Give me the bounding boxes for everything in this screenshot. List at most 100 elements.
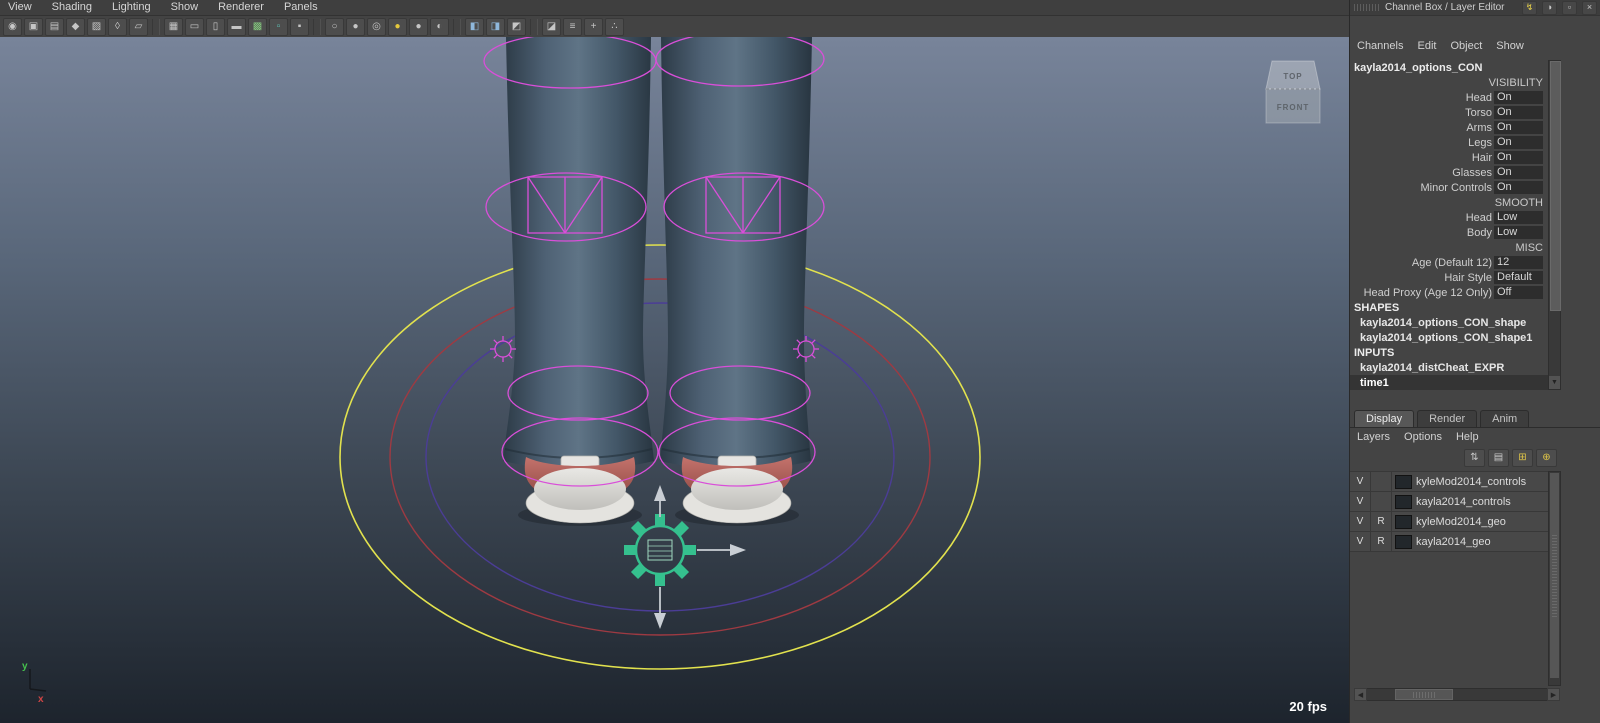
menu-options[interactable]: Options (1404, 431, 1442, 443)
left-shin-gear-control[interactable] (489, 335, 517, 363)
layer-name[interactable]: kyleMod2014_geo (1416, 516, 1506, 528)
manipulator-up-arrowhead[interactable] (654, 485, 666, 501)
select-camera-icon[interactable]: ◉ (3, 17, 22, 36)
panel-drag-handle[interactable] (1354, 4, 1380, 11)
channel-name[interactable]: Legs (1350, 137, 1492, 149)
right-leg-mesh[interactable] (660, 37, 812, 470)
layer-name[interactable]: kyleMod2014_controls (1416, 476, 1526, 488)
view-cube[interactable]: TOP FRONT (1265, 60, 1321, 124)
contrast-icon[interactable]: ◑ (1542, 0, 1557, 15)
viewport-3d[interactable]: TOP FRONT y x 20 fps (0, 37, 1349, 723)
default-lighting-icon[interactable]: ● (388, 17, 407, 36)
layer-name[interactable]: kayla2014_geo (1416, 536, 1491, 548)
layer-row[interactable]: V kyleMod2014_controls (1350, 472, 1548, 492)
channel-value-field[interactable]: Default (1494, 271, 1543, 284)
shape-node-row[interactable]: kayla2014_options_CON_shape1 (1350, 330, 1548, 345)
layer-name[interactable]: kayla2014_controls (1416, 496, 1511, 508)
layer-visibility-toggle[interactable]: V (1350, 492, 1371, 511)
character-legs[interactable] (503, 37, 812, 470)
gate-mask-icon[interactable]: ▬ (227, 17, 246, 36)
channel-value-field[interactable]: On (1494, 136, 1543, 149)
image-plane-icon[interactable]: ▨ (87, 17, 106, 36)
channel-name[interactable]: Head (1350, 212, 1492, 224)
exposure-icon[interactable]: ◪ (542, 17, 561, 36)
menu-shading[interactable]: Shading (52, 0, 92, 15)
scrollbar-track[interactable] (1367, 688, 1547, 701)
channel-name[interactable]: Minor Controls (1350, 182, 1492, 194)
channel-list-scrollbar[interactable]: ▼ (1548, 60, 1561, 390)
menu-view[interactable]: View (8, 0, 32, 15)
channel-name[interactable]: Hair (1350, 152, 1492, 164)
create-empty-layer-icon[interactable]: ⊞ (1512, 449, 1533, 467)
scrollbar-left-arrow-icon[interactable]: ◀ (1354, 688, 1367, 701)
channel-name[interactable]: Age (Default 12) (1350, 257, 1492, 269)
menu-channels[interactable]: Channels (1357, 40, 1403, 52)
share-icon[interactable]: ∴ (605, 17, 624, 36)
channel-value-field[interactable]: 12 (1494, 256, 1543, 269)
layer-renderable-toggle[interactable]: R (1371, 532, 1392, 551)
layer-visibility-toggle[interactable]: V (1350, 532, 1371, 551)
channel-value-field[interactable]: Off (1494, 286, 1543, 299)
hud-icon[interactable]: ≡ (563, 17, 582, 36)
layer-row[interactable]: V R kyleMod2014_geo (1350, 512, 1548, 532)
camera-attributes-icon[interactable]: ▤ (45, 17, 64, 36)
channel-name[interactable]: Torso (1350, 107, 1492, 119)
layer-list-icon[interactable]: ▤ (1488, 449, 1509, 467)
safe-title-icon[interactable]: ▪ (290, 17, 309, 36)
menu-edit[interactable]: Edit (1417, 40, 1436, 52)
close-icon[interactable]: × (1582, 0, 1597, 15)
channel-name[interactable]: Glasses (1350, 167, 1492, 179)
layer-color-swatch[interactable] (1395, 534, 1412, 549)
float-window-icon[interactable]: ▫ (1562, 0, 1577, 15)
layer-sort-icon[interactable]: ⇅ (1464, 449, 1485, 467)
root-gear-control[interactable] (624, 514, 696, 586)
axes-icon[interactable]: + (584, 17, 603, 36)
channel-value-field[interactable]: On (1494, 181, 1543, 194)
menu-show[interactable]: Show (171, 0, 199, 15)
menu-help[interactable]: Help (1456, 431, 1479, 443)
menu-layers[interactable]: Layers (1357, 431, 1390, 443)
channel-value-field[interactable]: On (1494, 121, 1543, 134)
layer-renderable-toggle[interactable]: R (1371, 512, 1392, 531)
channel-name[interactable]: Body (1350, 227, 1492, 239)
layer-row[interactable]: V R kayla2014_geo (1350, 532, 1548, 552)
grease-pencil-icon[interactable]: ▱ (129, 17, 148, 36)
scrollbar-right-arrow-icon[interactable]: ▶ (1547, 688, 1560, 701)
resolution-gate-icon[interactable]: ▯ (206, 17, 225, 36)
safe-action-icon[interactable]: ▫ (269, 17, 288, 36)
layer-renderable-toggle[interactable] (1371, 472, 1392, 491)
channel-value-field[interactable]: Low (1494, 226, 1543, 239)
layer-row[interactable]: V kayla2014_controls (1350, 492, 1548, 512)
isolate-select-icon[interactable]: ◧ (465, 17, 484, 36)
input-node-row[interactable]: kayla2014_distCheat_EXPR (1350, 360, 1548, 375)
scrollbar-thumb[interactable] (1395, 689, 1453, 700)
manipulator-down-arrowhead[interactable] (654, 613, 666, 629)
tab-render[interactable]: Render (1417, 410, 1478, 427)
layer-renderable-toggle[interactable] (1371, 492, 1392, 511)
input-node-row-selected[interactable]: time1 (1350, 375, 1548, 390)
channel-name[interactable]: Head (1350, 92, 1492, 104)
channel-value-field[interactable]: Low (1494, 211, 1543, 224)
channel-value-field[interactable]: On (1494, 91, 1543, 104)
channel-value-field[interactable]: On (1494, 151, 1543, 164)
layer-list-scrollbar[interactable] (1548, 471, 1561, 686)
layer-color-swatch[interactable] (1395, 514, 1412, 529)
channel-value-field[interactable]: On (1494, 106, 1543, 119)
smooth-shade-icon[interactable]: ● (346, 17, 365, 36)
field-chart-icon[interactable]: ▩ (248, 17, 267, 36)
menu-object[interactable]: Object (1450, 40, 1482, 52)
view-cube-front-label[interactable]: FRONT (1277, 103, 1310, 112)
wireframe-icon[interactable]: ○ (325, 17, 344, 36)
layer-color-swatch[interactable] (1395, 494, 1412, 509)
create-layer-from-selected-icon[interactable]: ⊕ (1536, 449, 1557, 467)
left-leg-mesh[interactable] (503, 37, 654, 470)
menu-panels[interactable]: Panels (284, 0, 318, 15)
lock-camera-icon[interactable]: ▣ (24, 17, 43, 36)
bookmarks-icon[interactable]: ◆ (66, 17, 85, 36)
layer-color-swatch[interactable] (1395, 474, 1412, 489)
scrollbar-down-arrow-icon[interactable]: ▼ (1549, 376, 1560, 389)
tab-anim[interactable]: Anim (1480, 410, 1530, 427)
right-shin-gear-control[interactable] (792, 335, 820, 363)
xray-icon[interactable]: ◨ (486, 17, 505, 36)
layer-horizontal-scrollbar[interactable]: ◀ ▶ (1354, 688, 1560, 701)
